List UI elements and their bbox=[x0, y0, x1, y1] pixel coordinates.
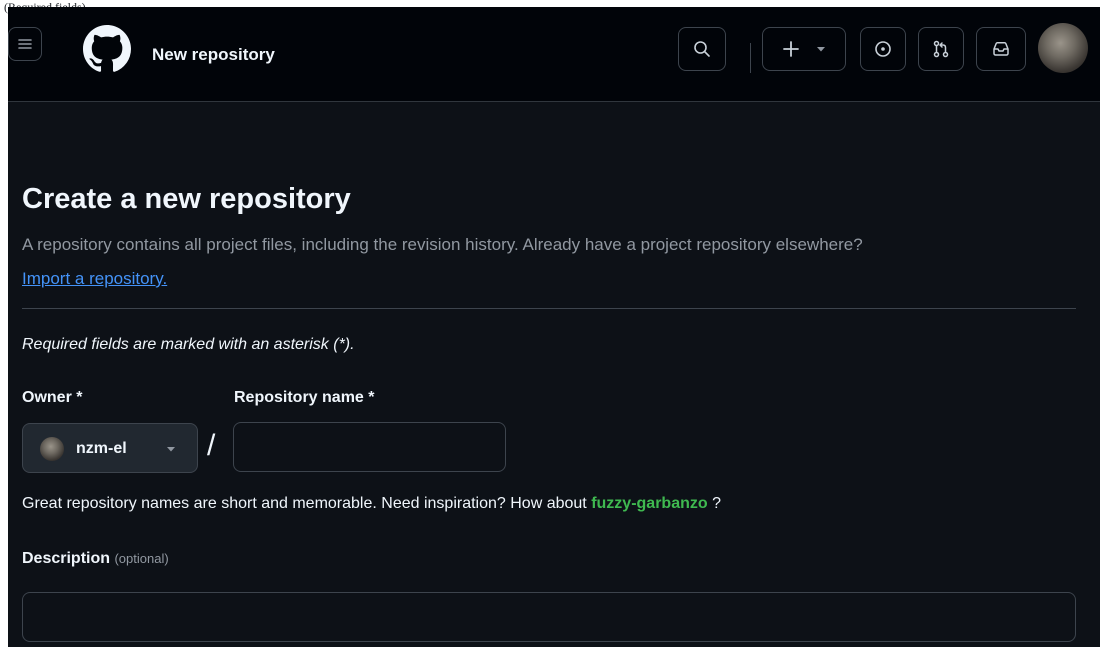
global-header: New repository bbox=[8, 7, 1100, 102]
owner-avatar bbox=[40, 437, 64, 461]
description-input[interactable] bbox=[22, 592, 1076, 642]
header-divider bbox=[750, 43, 751, 73]
section-divider bbox=[22, 308, 1076, 309]
avatar[interactable] bbox=[1038, 23, 1088, 73]
menu-icon bbox=[18, 39, 32, 49]
suggested-name-link[interactable]: fuzzy-garbanzo bbox=[591, 495, 707, 512]
owner-repo-separator: / bbox=[207, 429, 216, 462]
triangle-down-icon bbox=[167, 447, 175, 452]
git-pull-request-icon bbox=[933, 40, 949, 58]
owner-label: Owner * bbox=[22, 389, 83, 406]
owner-dropdown[interactable]: nzm-el bbox=[22, 423, 198, 473]
optional-hint: (optional) bbox=[114, 551, 169, 566]
page-heading: Create a new repository bbox=[22, 183, 351, 215]
github-logo-icon[interactable] bbox=[83, 25, 131, 73]
search-button[interactable] bbox=[678, 27, 726, 71]
required-fields-note: Required fields are marked with an aster… bbox=[22, 336, 355, 353]
create-new-button[interactable] bbox=[762, 27, 846, 71]
page-subtitle: A repository contains all project files,… bbox=[22, 235, 863, 254]
inbox-button[interactable] bbox=[976, 27, 1026, 71]
search-icon bbox=[694, 41, 710, 57]
description-label: Description (optional) bbox=[22, 548, 169, 570]
description-label-text: Description bbox=[22, 550, 111, 567]
repository-name-label: Repository name * bbox=[234, 389, 375, 406]
plus-icon bbox=[783, 41, 799, 57]
issue-opened-icon bbox=[875, 41, 891, 57]
pull-requests-button[interactable] bbox=[918, 27, 964, 71]
suggestion-prefix: Great repository names are short and mem… bbox=[22, 495, 587, 512]
repository-name-input[interactable] bbox=[233, 422, 506, 472]
page-title[interactable]: New repository bbox=[152, 44, 275, 66]
suggestion-suffix: ? bbox=[712, 495, 721, 512]
import-repository-link[interactable]: Import a repository. bbox=[22, 267, 167, 291]
owner-name: nzm-el bbox=[76, 440, 127, 457]
menu-button[interactable] bbox=[8, 27, 42, 61]
inbox-icon bbox=[993, 41, 1009, 56]
triangle-down-icon bbox=[817, 47, 825, 52]
name-suggestion: Great repository names are short and mem… bbox=[22, 493, 721, 515]
app-window: New repository Create a new repository A… bbox=[8, 7, 1100, 647]
issues-button[interactable] bbox=[860, 27, 906, 71]
